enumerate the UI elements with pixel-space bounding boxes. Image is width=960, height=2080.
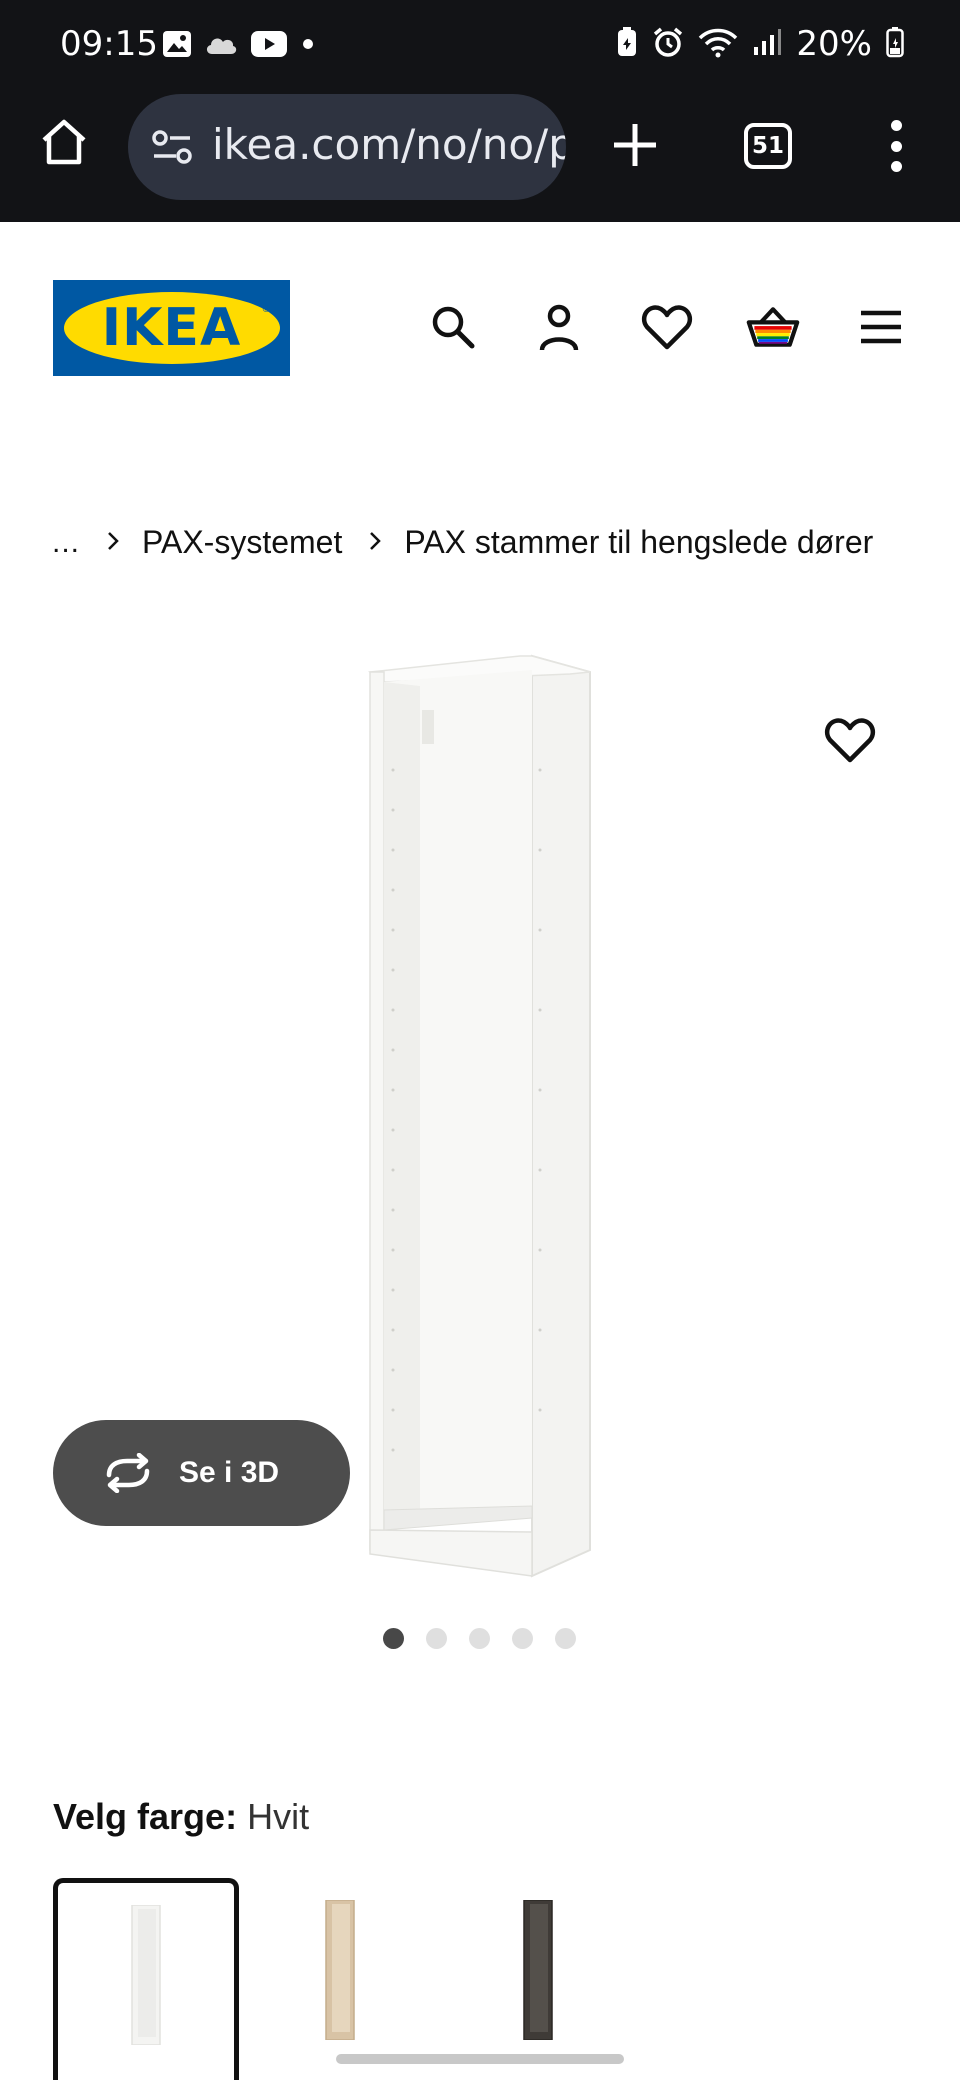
tab-switcher-button[interactable]: 51 bbox=[744, 123, 792, 169]
cloud-icon bbox=[204, 32, 238, 61]
add-to-favourites-button[interactable] bbox=[824, 716, 882, 770]
product-image[interactable] bbox=[360, 650, 600, 1580]
breadcrumb-item-pax-system[interactable]: PAX-systemet bbox=[142, 524, 342, 561]
gallery-dot[interactable] bbox=[426, 1628, 447, 1649]
battery-icon bbox=[886, 26, 904, 63]
menu-button[interactable] bbox=[854, 300, 908, 354]
battery-percent: 20% bbox=[796, 24, 872, 64]
rotate-3d-icon bbox=[106, 1453, 150, 1493]
heart-icon bbox=[641, 305, 693, 350]
color-swatch-black-brown[interactable] bbox=[450, 1878, 636, 2064]
color-swatch-thumb bbox=[522, 1899, 556, 2041]
browser-toolbar: ikea.com/no/no/p 51 bbox=[0, 92, 960, 202]
gallery-pagination bbox=[383, 1628, 576, 1649]
gallery-dot[interactable] bbox=[469, 1628, 490, 1649]
youtube-icon bbox=[250, 30, 288, 63]
dot-indicator-icon bbox=[300, 36, 316, 57]
site-settings-icon[interactable] bbox=[152, 128, 194, 173]
system-icons: 20% bbox=[616, 24, 904, 64]
status-time: 09:15 bbox=[60, 24, 158, 64]
status-bar: 09:15 20% bbox=[0, 0, 960, 90]
logo-oval: IKEA bbox=[63, 292, 280, 364]
gesture-navigation-bar[interactable] bbox=[336, 2054, 624, 2064]
address-bar[interactable]: ikea.com/no/no/p bbox=[128, 94, 566, 200]
plus-icon bbox=[614, 124, 656, 166]
notification-icons bbox=[162, 30, 316, 63]
home-button[interactable] bbox=[36, 114, 92, 170]
color-picker-title: Velg farge: Hvit bbox=[53, 1796, 309, 1838]
color-swatch-thumb bbox=[130, 1904, 164, 2046]
browser-chrome: 09:15 20% ikea.com/no/no/p 51 bbox=[0, 0, 960, 222]
color-swatch-white-stained-oak[interactable] bbox=[252, 1878, 438, 2064]
chevron-right-icon bbox=[368, 527, 382, 559]
alarm-icon bbox=[652, 26, 684, 63]
cart-icon bbox=[746, 307, 800, 347]
see-in-3d-button[interactable]: Se i 3D bbox=[53, 1420, 350, 1526]
chevron-right-icon bbox=[106, 527, 120, 559]
ikea-logo[interactable]: IKEA ® bbox=[53, 280, 290, 376]
gallery-dot[interactable] bbox=[383, 1628, 404, 1649]
search-button[interactable] bbox=[426, 300, 480, 354]
signal-icon bbox=[752, 27, 782, 62]
gallery-icon bbox=[162, 30, 192, 63]
account-button[interactable] bbox=[532, 300, 586, 354]
new-tab-button[interactable] bbox=[608, 118, 662, 172]
breadcrumb: ... PAX-systemet PAX stammer til hengsle… bbox=[52, 524, 873, 561]
gallery-dot[interactable] bbox=[512, 1628, 533, 1649]
see-in-3d-label: Se i 3D bbox=[179, 1456, 280, 1489]
registered-mark: ® bbox=[262, 304, 270, 315]
home-icon bbox=[42, 119, 86, 165]
color-label: Velg farge: bbox=[53, 1796, 238, 1837]
url-text[interactable]: ikea.com/no/no/p bbox=[212, 120, 566, 169]
user-icon bbox=[539, 304, 579, 351]
search-icon bbox=[432, 306, 475, 349]
more-options-button[interactable] bbox=[880, 116, 912, 176]
heart-icon bbox=[824, 718, 876, 763]
logo-text: IKEA bbox=[101, 298, 242, 358]
breadcrumb-item-current[interactable]: PAX stammer til hengslede dører bbox=[404, 524, 873, 561]
breadcrumb-ellipsis[interactable]: ... bbox=[52, 526, 80, 560]
gallery-dot[interactable] bbox=[555, 1628, 576, 1649]
wifi-icon bbox=[698, 26, 738, 63]
color-swatch-white[interactable] bbox=[53, 1878, 239, 2080]
selected-color-value: Hvit bbox=[247, 1796, 310, 1837]
favourites-button[interactable] bbox=[640, 300, 694, 354]
hamburger-icon bbox=[861, 310, 901, 344]
cart-button[interactable] bbox=[746, 300, 800, 354]
battery-saver-icon bbox=[616, 26, 638, 63]
color-swatch-thumb bbox=[324, 1899, 358, 2041]
